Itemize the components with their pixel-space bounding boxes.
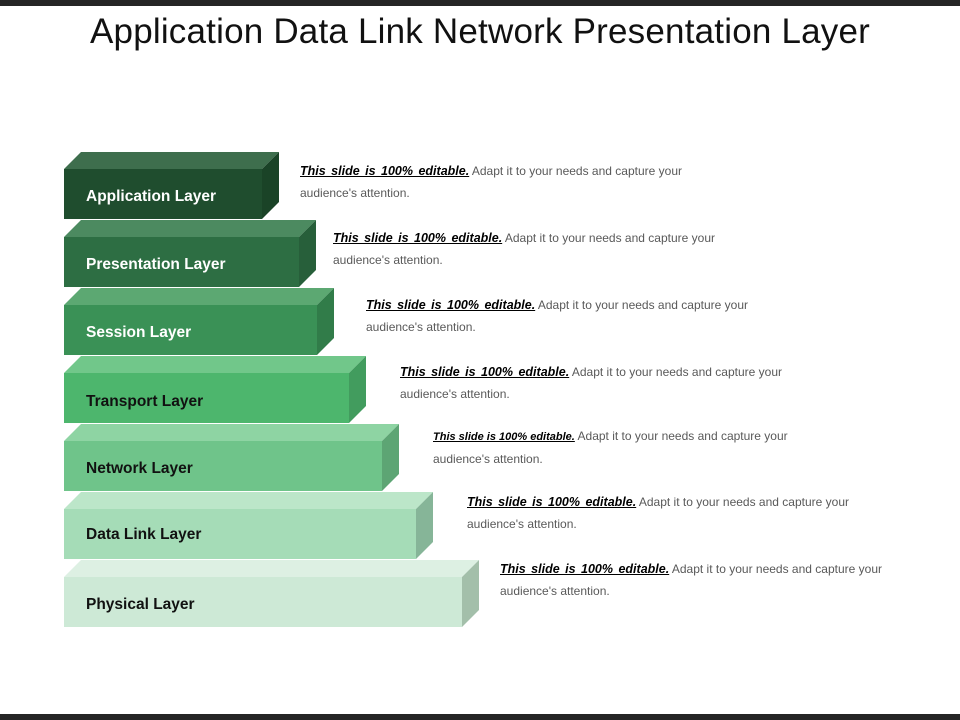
layer-block — [64, 220, 316, 287]
layer-top-face — [64, 220, 316, 237]
layer-description: This slide is 100% editable. Adapt it to… — [400, 361, 800, 405]
layer-top-face — [64, 356, 366, 373]
layer-label: Physical Layer — [86, 596, 195, 613]
layer-block — [64, 560, 479, 627]
layer-block — [64, 152, 279, 219]
layer-description: This slide is 100% editable. Adapt it to… — [467, 491, 867, 535]
layer-description: This slide is 100% editable. Adapt it to… — [300, 160, 700, 204]
layer-block — [64, 288, 334, 355]
layer-top-face — [64, 560, 479, 577]
layer-top-face — [64, 492, 433, 509]
layer-label: Network Layer — [86, 460, 193, 477]
layer-top-face — [64, 288, 334, 305]
description-emphasis: This slide is 100% editable. — [366, 298, 536, 312]
osi-layer-stack: Application Layer This slide is 100% edi… — [0, 0, 960, 720]
description-emphasis: This slide is 100% editable. — [433, 431, 575, 443]
description-emphasis: This slide is 100% editable. — [333, 231, 503, 245]
description-emphasis: This slide is 100% editable. — [400, 365, 570, 379]
bottom-bar — [0, 714, 960, 720]
layer-block — [64, 356, 366, 423]
layer-description: This slide is 100% editable. Adapt it to… — [366, 294, 766, 338]
layer-label: Application Layer — [86, 188, 217, 205]
description-emphasis: This slide is 100% editable. — [300, 164, 470, 178]
layer-description: This slide is 100% editable. Adapt it to… — [500, 558, 900, 602]
layer-label: Session Layer — [86, 324, 192, 341]
layer-label: Data Link Layer — [86, 526, 202, 543]
layer-top-face — [64, 152, 279, 169]
layer-description: This slide is 100% editable. Adapt it to… — [433, 425, 823, 470]
layer-top-face — [64, 424, 399, 441]
layer-block — [64, 424, 399, 491]
description-emphasis: This slide is 100% editable. — [500, 562, 670, 576]
layer-label: Presentation Layer — [86, 256, 226, 273]
layer-label: Transport Layer — [86, 393, 204, 410]
layer-description: This slide is 100% editable. Adapt it to… — [333, 227, 733, 271]
description-emphasis: This slide is 100% editable. — [467, 495, 637, 509]
